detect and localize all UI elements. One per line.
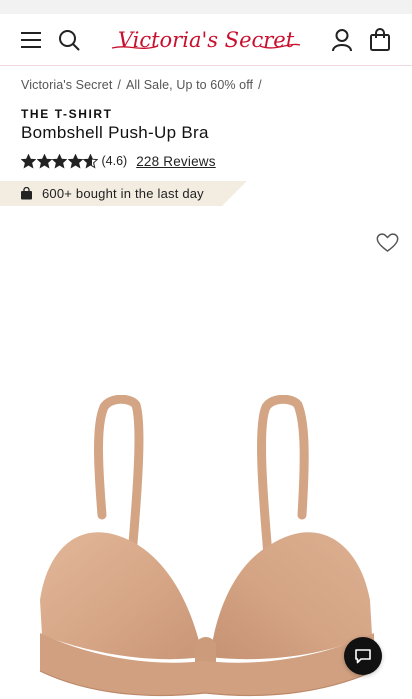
breadcrumb: Victoria's Secret / All Sale, Up to 60% of…: [21, 78, 267, 92]
star-icon: [52, 153, 67, 169]
star-icon: [36, 153, 52, 169]
heart-icon[interactable]: [375, 230, 400, 255]
breadcrumb-link-home[interactable]: Victoria's Secret: [21, 78, 112, 92]
rating-row: (4.6) 228 Reviews: [21, 152, 216, 170]
promo-banner: 600+ bought in the last day: [0, 181, 247, 206]
victorias-secret-logo[interactable]: Victoria's Secret: [110, 22, 302, 58]
site-header: Victoria's Secret: [0, 14, 412, 66]
product-title: Bombshell Push-Up Bra: [21, 123, 209, 142]
logo-text: Victoria's Secret: [118, 28, 295, 52]
star-rating: [21, 153, 99, 169]
hamburger-menu-icon[interactable]: [17, 26, 45, 54]
breadcrumb-separator: /: [117, 78, 121, 92]
star-icon: [67, 153, 83, 169]
product-collection: THE T-SHIRT: [21, 107, 113, 121]
top-strip: [0, 0, 412, 14]
promo-text: 600+ bought in the last day: [42, 186, 204, 201]
chat-button[interactable]: [344, 637, 382, 675]
star-icon: [83, 153, 98, 169]
reviews-link[interactable]: 228 Reviews: [136, 154, 216, 169]
chat-bubble-icon: [355, 649, 371, 664]
rating-value: (4.6): [101, 154, 128, 168]
shopping-bag-icon: [21, 187, 32, 200]
breadcrumb-link-sale[interactable]: All Sale, Up to 60% off: [126, 78, 253, 92]
shopping-bag-icon[interactable]: [366, 26, 394, 54]
user-icon[interactable]: [328, 26, 356, 54]
breadcrumb-separator: /: [258, 78, 262, 92]
star-icon: [21, 153, 36, 169]
product-image[interactable]: [30, 394, 385, 699]
search-icon[interactable]: [55, 26, 83, 54]
